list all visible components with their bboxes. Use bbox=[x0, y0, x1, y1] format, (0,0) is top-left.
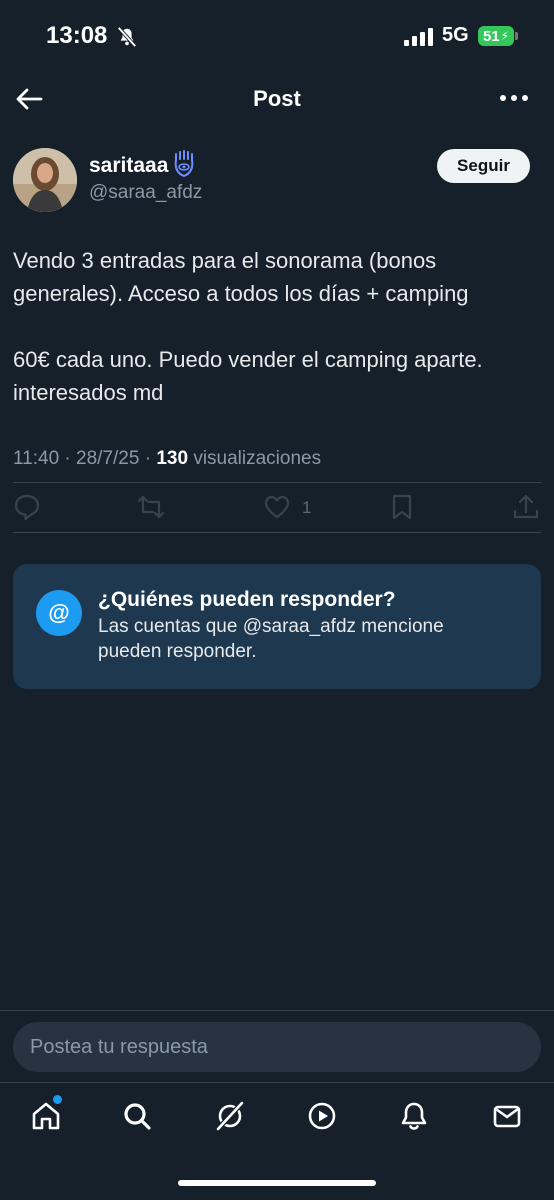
divider bbox=[0, 1082, 554, 1083]
share-icon[interactable] bbox=[511, 492, 541, 522]
views-count: 130 bbox=[156, 448, 189, 469]
avatar-photo bbox=[13, 148, 77, 212]
meta-separator: · bbox=[64, 448, 77, 469]
network-type: 5G bbox=[442, 24, 469, 46]
home-icon[interactable] bbox=[30, 1100, 62, 1132]
reply-input[interactable] bbox=[13, 1022, 541, 1072]
search-icon[interactable] bbox=[121, 1100, 153, 1132]
home-indicator[interactable] bbox=[178, 1180, 376, 1186]
grok-icon[interactable] bbox=[214, 1100, 246, 1132]
reply-icon[interactable] bbox=[12, 492, 42, 522]
like-count: 1 bbox=[302, 498, 312, 517]
more-options-icon[interactable] bbox=[498, 88, 530, 108]
reply-restriction-title: ¿Quiénes pueden responder? bbox=[98, 588, 396, 611]
tweet-time[interactable]: 11:40 bbox=[13, 448, 59, 469]
meta-separator: · bbox=[144, 448, 157, 469]
notifications-bell-icon[interactable] bbox=[398, 1100, 430, 1132]
mention-icon: @ bbox=[36, 590, 82, 636]
like-icon[interactable] bbox=[262, 492, 292, 522]
status-time: 13:08 bbox=[46, 22, 108, 49]
hamsa-emoji-icon bbox=[174, 150, 194, 178]
home-notification-dot bbox=[53, 1095, 62, 1104]
messages-icon[interactable] bbox=[491, 1100, 523, 1132]
tweet-date[interactable]: 28/7/25 bbox=[76, 448, 139, 469]
charging-bolt-icon: ⚡ bbox=[500, 29, 510, 43]
battery-cap bbox=[515, 32, 518, 40]
video-play-icon[interactable] bbox=[306, 1100, 338, 1132]
user-handle[interactable]: @saraa_afdz bbox=[89, 182, 202, 204]
avatar[interactable] bbox=[13, 148, 77, 212]
divider bbox=[0, 1010, 554, 1011]
battery-level: 51 bbox=[482, 27, 500, 45]
bookmark-icon[interactable] bbox=[387, 492, 417, 522]
tweet-text: Vendo 3 entradas para el sonorama (bonos… bbox=[13, 248, 483, 405]
battery-icon: 51 ⚡ bbox=[478, 26, 514, 46]
divider bbox=[13, 532, 541, 533]
page-title: Post bbox=[253, 86, 301, 111]
reply-restriction-description: Las cuentas que @saraa_afdz mencione pue… bbox=[98, 616, 444, 662]
display-name[interactable]: saritaaa bbox=[89, 154, 168, 178]
repost-icon[interactable] bbox=[136, 492, 166, 522]
divider bbox=[13, 482, 541, 483]
follow-button[interactable]: Seguir bbox=[437, 149, 530, 183]
cellular-signal-icon bbox=[404, 28, 433, 46]
views-label: visualizaciones bbox=[193, 448, 322, 469]
tweet-meta: 11:40 · 28/7/25 · 130 visualizaciones bbox=[13, 448, 321, 470]
bell-slash-icon bbox=[117, 26, 137, 48]
